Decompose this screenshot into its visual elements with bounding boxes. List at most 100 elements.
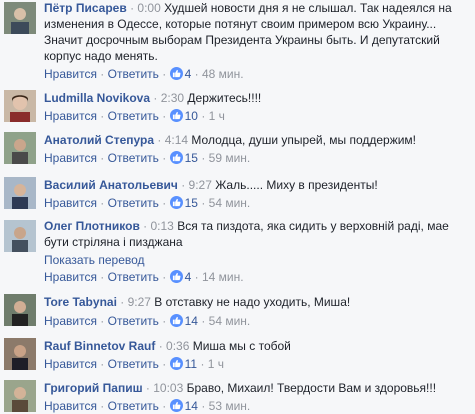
- comment-author[interactable]: Tore Tabynai: [44, 295, 117, 309]
- comment-age[interactable]: 59 мин.: [209, 151, 251, 165]
- separator: ·: [162, 109, 167, 123]
- comment-timestamp[interactable]: · 0:00: [130, 1, 161, 15]
- comment-author[interactable]: Анатолий Степура: [44, 133, 154, 147]
- comment-author[interactable]: Василий Анатольевич: [44, 178, 178, 192]
- comment-actions: Нравится · Ответить · 4 · 14 мин.: [44, 269, 244, 285]
- separator: ·: [100, 196, 105, 210]
- like-count[interactable]: 10: [185, 109, 198, 123]
- separator: ·: [100, 67, 105, 81]
- comment-timestamp[interactable]: · 0:13: [143, 219, 174, 233]
- like-link[interactable]: Нравится: [44, 67, 97, 81]
- like-count[interactable]: 4: [185, 270, 192, 284]
- separator: ·: [162, 399, 167, 413]
- comment-text: Браво, Михаил! Твердости Вам и здоровья!…: [186, 381, 437, 395]
- like-count[interactable]: 14: [185, 399, 198, 413]
- like-count[interactable]: 11: [185, 357, 197, 371]
- like-icon: [169, 357, 183, 370]
- comment-author[interactable]: Григорий Папиш: [44, 381, 143, 395]
- like-count[interactable]: 4: [185, 67, 192, 81]
- avatar[interactable]: [4, 2, 36, 34]
- like-link[interactable]: Нравится: [44, 399, 97, 413]
- like-link[interactable]: Нравится: [44, 109, 97, 123]
- like-icon: [169, 314, 183, 327]
- reply-link[interactable]: Ответить: [108, 399, 159, 413]
- comment-text: Миша мы с тобой: [192, 339, 291, 353]
- like-link[interactable]: Нравится: [44, 357, 97, 371]
- separator: ·: [162, 196, 167, 210]
- comment-actions: Нравится · Ответить · 4 · 48 мин.: [44, 66, 244, 82]
- like-icon: [169, 270, 183, 283]
- comment-author[interactable]: Rauf Binnetov Rauf: [44, 339, 155, 353]
- comment-text: Держитесь!!!!: [187, 91, 262, 105]
- comment-author[interactable]: Олег Плотников: [44, 219, 140, 233]
- comment-age[interactable]: 48 мин.: [202, 67, 244, 81]
- separator: ·: [201, 151, 206, 165]
- like-icon: [169, 67, 183, 80]
- comment-timestamp[interactable]: · 9:27: [181, 178, 212, 192]
- comment-author[interactable]: Ludmilla Novikova: [44, 91, 150, 105]
- show-translation-link[interactable]: Показать перевод: [44, 252, 145, 268]
- comment-age[interactable]: 14 мин.: [202, 270, 244, 284]
- like-count[interactable]: 15: [185, 151, 198, 165]
- like-icon: [169, 109, 183, 122]
- reply-link[interactable]: Ответить: [108, 270, 159, 284]
- reply-link[interactable]: Ответить: [108, 357, 159, 371]
- like-icon: [169, 151, 183, 164]
- comment-text: Жаль..... Миху в президенты!: [215, 178, 378, 192]
- separator: ·: [100, 314, 105, 328]
- separator: ·: [162, 270, 167, 284]
- comment-actions: Нравится · Ответить · 11 · 1 ч: [44, 356, 224, 372]
- comment-author[interactable]: Пётр Писарев: [44, 1, 127, 15]
- separator: ·: [201, 109, 206, 123]
- comment-age[interactable]: 54 мин.: [209, 314, 251, 328]
- separator: ·: [162, 67, 167, 81]
- comment-timestamp[interactable]: · 2:30: [153, 91, 184, 105]
- like-count[interactable]: 14: [185, 314, 198, 328]
- separator: ·: [200, 357, 205, 371]
- comment-actions: Нравится · Ответить · 14 · 54 мин.: [44, 313, 250, 329]
- avatar[interactable]: [4, 220, 36, 252]
- avatar[interactable]: [4, 338, 36, 370]
- comment-age[interactable]: 1 ч: [208, 357, 224, 371]
- reply-link[interactable]: Ответить: [108, 151, 159, 165]
- comment-text: В отставку не надо уходить, Миша!: [154, 295, 351, 309]
- like-count[interactable]: 15: [185, 196, 198, 210]
- separator: ·: [100, 357, 105, 371]
- comment-timestamp[interactable]: · 0:36: [159, 339, 190, 353]
- comment-text: Молодца, души упырей, мы поддержим!: [191, 133, 417, 147]
- reply-link[interactable]: Ответить: [108, 314, 159, 328]
- comment-actions: Нравится · Ответить · 10 · 1 ч: [44, 108, 225, 124]
- comment-age[interactable]: 54 мин.: [209, 196, 251, 210]
- separator: ·: [201, 399, 206, 413]
- avatar[interactable]: [4, 380, 36, 412]
- separator: ·: [162, 357, 167, 371]
- reply-link[interactable]: Ответить: [108, 67, 159, 81]
- avatar[interactable]: [4, 294, 36, 326]
- separator: ·: [194, 270, 199, 284]
- reply-link[interactable]: Ответить: [108, 196, 159, 210]
- comment-age[interactable]: 1 ч: [209, 109, 225, 123]
- comment-actions: Нравится · Ответить · 15 · 54 мин.: [44, 195, 250, 211]
- separator: ·: [100, 270, 105, 284]
- like-link[interactable]: Нравится: [44, 151, 97, 165]
- comment-timestamp[interactable]: · 4:14: [157, 133, 188, 147]
- separator: ·: [162, 151, 167, 165]
- comment-age[interactable]: 53 мин.: [209, 399, 251, 413]
- separator: ·: [194, 67, 199, 81]
- comment-timestamp[interactable]: · 9:27: [120, 295, 151, 309]
- like-icon: [169, 196, 183, 209]
- avatar[interactable]: [4, 132, 36, 164]
- avatar[interactable]: [4, 177, 36, 209]
- separator: ·: [162, 314, 167, 328]
- like-link[interactable]: Нравится: [44, 314, 97, 328]
- like-link[interactable]: Нравится: [44, 270, 97, 284]
- separator: ·: [100, 151, 105, 165]
- comment-feed: Пётр Писарев · 0:00 Худшей новости дня я…: [0, 0, 475, 413]
- comment-timestamp[interactable]: · 10:03: [146, 381, 183, 395]
- reply-link[interactable]: Ответить: [108, 109, 159, 123]
- avatar[interactable]: [4, 90, 36, 122]
- separator: ·: [201, 196, 206, 210]
- like-link[interactable]: Нравится: [44, 196, 97, 210]
- comment-actions: Нравится · Ответить · 15 · 59 мин.: [44, 150, 250, 166]
- separator: ·: [201, 314, 206, 328]
